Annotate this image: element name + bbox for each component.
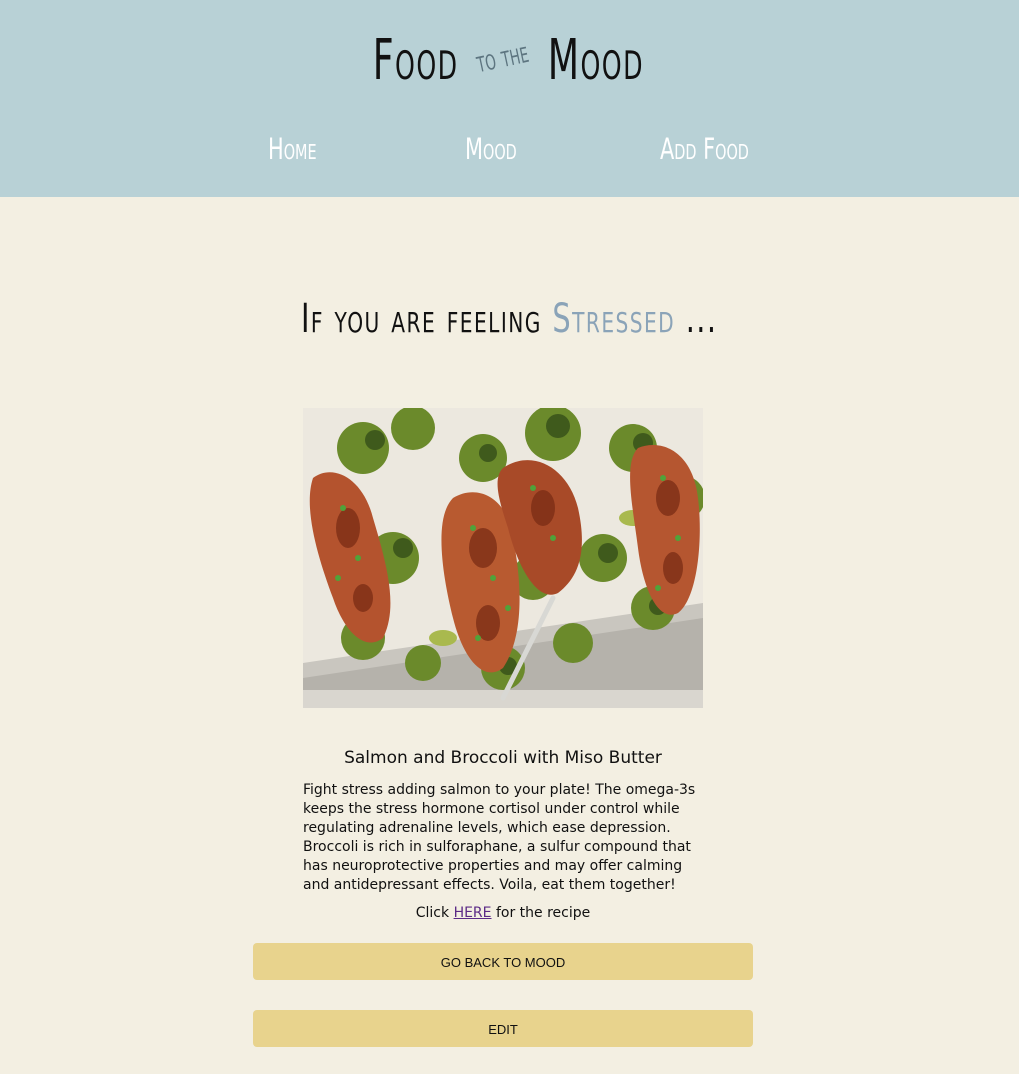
food-photo-illustration bbox=[303, 408, 703, 708]
page-heading: If you are feeling Stressed ... bbox=[0, 296, 1019, 342]
edit-button[interactable]: EDIT bbox=[253, 1010, 753, 1047]
heading-mood: Stressed bbox=[552, 296, 676, 342]
recipe-suffix: for the recipe bbox=[495, 905, 591, 921]
go-back-to-mood-button[interactable]: GO BACK TO MOOD bbox=[253, 943, 753, 980]
recipe-line: Click HERE for the recipe bbox=[253, 905, 753, 921]
site-logo[interactable]: Food to the Mood bbox=[0, 28, 1019, 93]
heading-ellipsis: ... bbox=[685, 296, 718, 342]
food-photo bbox=[303, 408, 703, 708]
heading-prefix: If you are feeling bbox=[301, 296, 543, 342]
food-description: Fight stress adding salmon to your plate… bbox=[303, 782, 696, 893]
nav-add-food[interactable]: Add Food bbox=[660, 132, 749, 166]
site-header: Food to the Mood Home Mood Add Food bbox=[0, 0, 1019, 197]
recipe-link[interactable]: HERE bbox=[454, 905, 492, 921]
food-title: Salmon and Broccoli with Miso Butter bbox=[344, 748, 662, 768]
logo-word-food: Food bbox=[372, 28, 459, 93]
nav-mood[interactable]: Mood bbox=[465, 132, 517, 166]
logo-connector: to the bbox=[473, 34, 532, 81]
recipe-prefix: Click bbox=[415, 905, 450, 921]
nav-home[interactable]: Home bbox=[268, 132, 317, 166]
main-nav: Home Mood Add Food bbox=[0, 132, 1019, 176]
logo-word-mood: Mood bbox=[547, 28, 645, 93]
